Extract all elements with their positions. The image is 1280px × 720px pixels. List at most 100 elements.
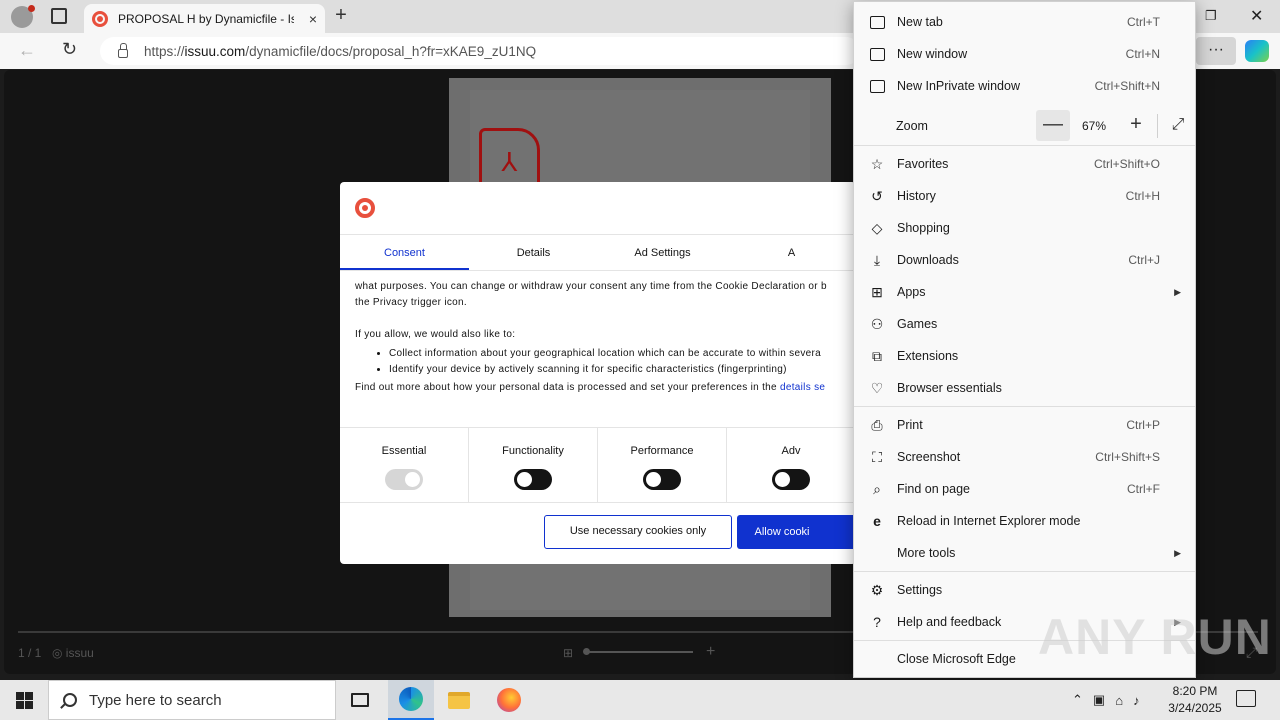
clock-date: 3/24/2025 bbox=[1168, 701, 1222, 715]
browser-tab[interactable]: PROPOSAL H by Dynamicfile - Issuu × bbox=[84, 4, 325, 33]
menu-item-new-window[interactable]: New window Ctrl+N bbox=[854, 38, 1195, 70]
menu-separator bbox=[854, 571, 1195, 572]
consent-line: the Privacy trigger icon. bbox=[355, 297, 467, 308]
menu-label: Help and feedback bbox=[897, 615, 1002, 629]
volume-icon[interactable]: ♪ bbox=[1133, 693, 1140, 708]
advertising-switch[interactable] bbox=[772, 469, 810, 490]
blank-icon bbox=[868, 544, 886, 562]
inprivate-icon bbox=[868, 77, 886, 95]
tab-consent[interactable]: Consent bbox=[340, 235, 469, 270]
star-icon: ☆ bbox=[870, 155, 884, 172]
functionality-switch[interactable] bbox=[514, 469, 552, 490]
search-placeholder: Type here to search bbox=[89, 691, 222, 709]
firefox-icon bbox=[497, 688, 521, 712]
device-icon[interactable]: ▣ bbox=[1093, 692, 1105, 708]
taskbar-firefox-button[interactable] bbox=[486, 680, 532, 720]
screenshot-icon: ⛶ bbox=[872, 448, 882, 465]
menu-shortcut: Ctrl+Shift+N bbox=[1094, 79, 1160, 93]
menu-item-shopping[interactable]: ◇ Shopping bbox=[854, 212, 1195, 244]
toggle-label: Functionality bbox=[502, 445, 564, 457]
settings-and-more-button[interactable]: ··· bbox=[1196, 37, 1236, 65]
menu-separator bbox=[854, 406, 1195, 407]
menu-item-inprivate[interactable]: New InPrivate window Ctrl+Shift+N bbox=[854, 70, 1195, 102]
menu-item-more-tools[interactable]: More tools ▶ bbox=[854, 537, 1195, 569]
page-counter: 1 / 1 bbox=[18, 646, 42, 660]
printer-icon: ⎙ bbox=[871, 416, 883, 433]
menu-shortcut: Ctrl+Shift+S bbox=[1095, 450, 1160, 464]
tab-ad-settings[interactable]: Ad Settings bbox=[598, 235, 727, 270]
address-bar[interactable]: https://issuu.com/dynamicfile/docs/propo… bbox=[100, 37, 860, 65]
zoom-slider[interactable] bbox=[583, 648, 693, 655]
shopping-tag-icon: ◇ bbox=[871, 219, 883, 236]
menu-shortcut: Ctrl+F bbox=[1127, 482, 1160, 496]
toggle-label: Essential bbox=[381, 445, 427, 457]
menu-item-find[interactable]: ⌕ Find on page Ctrl+F bbox=[854, 473, 1195, 505]
menu-item-browser-essentials[interactable]: ♡ Browser essentials bbox=[854, 372, 1195, 404]
menu-shortcut: Ctrl+P bbox=[1126, 418, 1160, 432]
issuu-brand[interactable]: ◎ issuu bbox=[52, 646, 94, 660]
essential-switch bbox=[385, 469, 423, 490]
menu-label: New window bbox=[897, 47, 968, 61]
windows-start-icon[interactable] bbox=[0, 680, 48, 720]
tab-details[interactable]: Details bbox=[469, 235, 598, 270]
grid-view-icon[interactable]: ⊞ bbox=[563, 646, 573, 660]
task-view-button[interactable] bbox=[337, 680, 383, 720]
menu-item-settings[interactable]: ⚙ Settings bbox=[854, 574, 1195, 606]
menu-label: History bbox=[897, 189, 936, 203]
zoom-value: 67% bbox=[1082, 119, 1107, 133]
consent-text: what purposes. You can change or withdra… bbox=[355, 279, 855, 396]
menu-item-downloads[interactable]: ⤓ Downloads Ctrl+J bbox=[854, 244, 1195, 276]
submenu-arrow-icon: ▶ bbox=[1174, 286, 1181, 297]
menu-item-apps[interactable]: ⊞ Apps ▶ bbox=[854, 276, 1195, 308]
menu-item-favorites[interactable]: ☆ Favorites Ctrl+Shift+O bbox=[854, 148, 1195, 180]
profile-avatar-icon[interactable] bbox=[11, 5, 35, 28]
find-icon: ⌕ bbox=[873, 480, 881, 497]
allow-intro: If you allow, we would also like to: bbox=[355, 329, 516, 340]
zoom-out-button[interactable]: — bbox=[1036, 110, 1070, 141]
system-tray: ⌃ ▣ ⌂ ♪ bbox=[1068, 680, 1168, 720]
copilot-icon[interactable] bbox=[1245, 40, 1269, 62]
cookie-category-toggles: Essential Functionality Performance Adv bbox=[340, 427, 856, 503]
games-icon: ⚇ bbox=[870, 315, 884, 332]
clock-time: 8:20 PM bbox=[1172, 684, 1218, 698]
menu-item-new-tab[interactable]: New tab Ctrl+T bbox=[854, 6, 1195, 38]
zoom-label: Zoom bbox=[896, 119, 928, 133]
taskbar-explorer-button[interactable] bbox=[436, 680, 482, 720]
network-icon[interactable]: ⌂ bbox=[1115, 693, 1123, 708]
lock-icon[interactable] bbox=[118, 42, 128, 58]
chevron-up-icon[interactable]: ⌃ bbox=[1072, 692, 1083, 708]
menu-item-history[interactable]: ↺ History Ctrl+H bbox=[854, 180, 1195, 212]
taskbar-edge-button[interactable] bbox=[388, 680, 434, 720]
performance-switch[interactable] bbox=[643, 469, 681, 490]
menu-item-extensions[interactable]: ⧉ Extensions bbox=[854, 340, 1195, 372]
taskbar-search-box[interactable]: Type here to search bbox=[48, 680, 336, 720]
notification-icon[interactable] bbox=[1236, 690, 1256, 707]
back-button[interactable]: ← bbox=[18, 40, 36, 61]
restore-window-button[interactable]: ❐ bbox=[1205, 8, 1217, 24]
gear-icon: ⚙ bbox=[870, 581, 884, 598]
menu-item-print[interactable]: ⎙ Print Ctrl+P bbox=[854, 409, 1195, 441]
menu-item-screenshot[interactable]: ⛶ Screenshot Ctrl+Shift+S bbox=[854, 441, 1195, 473]
details-link[interactable]: details se bbox=[780, 382, 825, 393]
tab-about[interactable]: A bbox=[727, 235, 856, 270]
toggle-performance: Performance bbox=[598, 428, 727, 502]
zoom-row: Zoom — 67% + ⤢ bbox=[854, 110, 1195, 144]
close-window-button[interactable]: ✕ bbox=[1250, 6, 1263, 26]
consent-bullet: Collect information about your geographi… bbox=[389, 346, 855, 362]
tab-close-button[interactable]: × bbox=[309, 11, 317, 27]
reload-button[interactable]: ↻ bbox=[62, 39, 77, 60]
menu-label: Extensions bbox=[897, 349, 959, 363]
fullscreen-button[interactable]: ⤢ bbox=[1164, 110, 1192, 141]
menu-label: Reload in Internet Explorer mode bbox=[897, 514, 1081, 528]
tab-actions-icon[interactable] bbox=[51, 8, 67, 24]
menu-label: Settings bbox=[897, 583, 943, 597]
zoom-in-button[interactable]: + bbox=[1119, 110, 1153, 141]
new-tab-button[interactable]: + bbox=[330, 5, 352, 27]
taskbar-clock[interactable]: 8:20 PM 3/24/2025 bbox=[1166, 683, 1224, 717]
zoom-in-icon[interactable]: + bbox=[706, 643, 715, 661]
url-text: https://issuu.com/dynamicfile/docs/propo… bbox=[144, 43, 537, 59]
menu-item-ie-mode[interactable]: e Reload in Internet Explorer mode bbox=[854, 505, 1195, 537]
allow-all-cookies-button[interactable]: Allow cooki bbox=[737, 515, 856, 549]
use-necessary-cookies-button[interactable]: Use necessary cookies only bbox=[544, 515, 732, 549]
menu-item-games[interactable]: ⚇ Games bbox=[854, 308, 1195, 340]
